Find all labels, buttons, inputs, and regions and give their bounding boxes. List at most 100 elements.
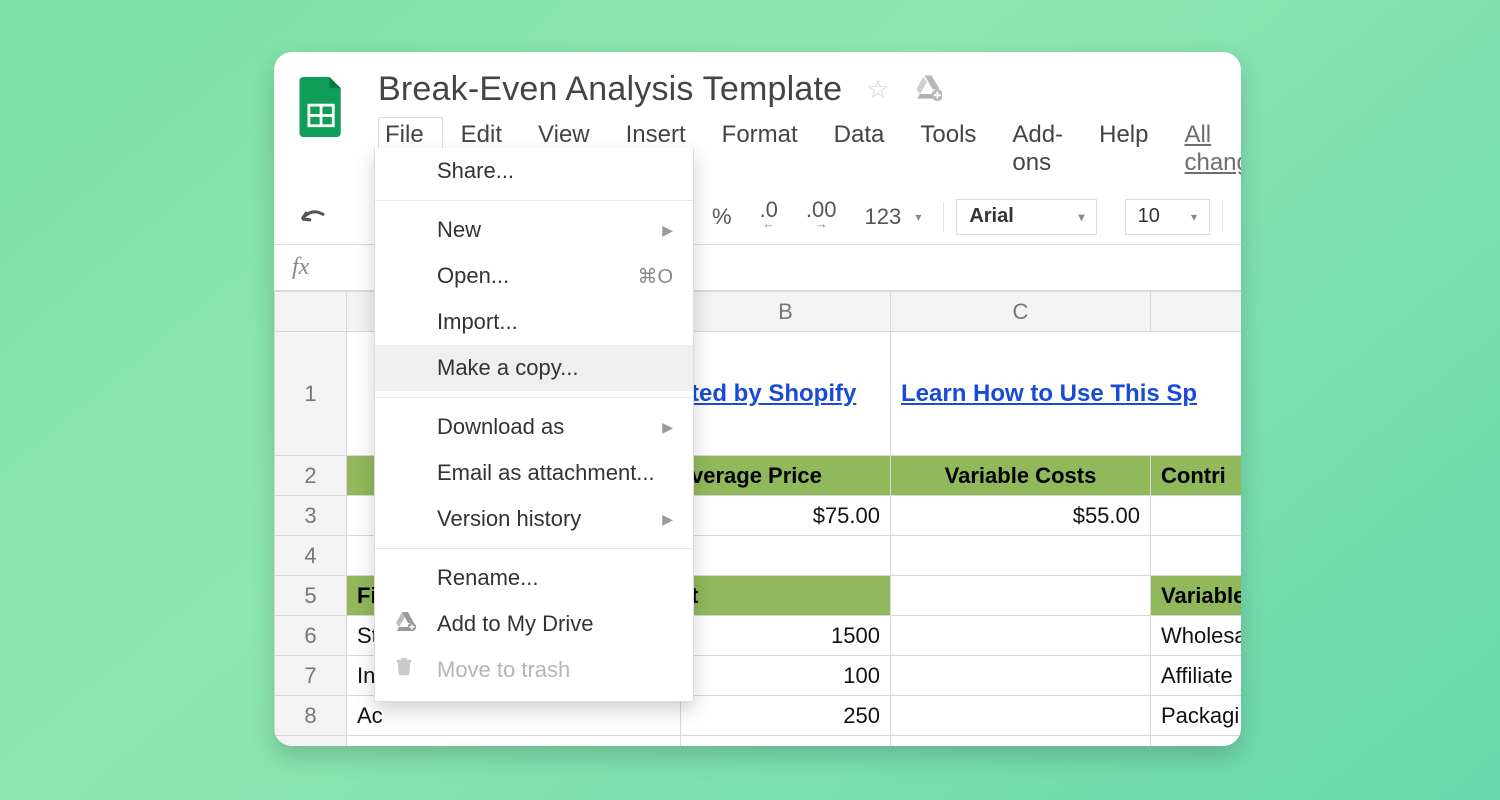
font-size-label: 10 bbox=[1138, 205, 1160, 228]
menu-item-import[interactable]: Import... bbox=[375, 299, 693, 345]
cell[interactable]: Wholesa bbox=[1151, 616, 1242, 656]
col-header-B[interactable]: B bbox=[681, 292, 891, 332]
drive-icon bbox=[393, 609, 419, 639]
submenu-caret-icon: ▶ bbox=[662, 419, 673, 436]
row-header-3[interactable]: 3 bbox=[275, 496, 347, 536]
menu-item-download-as[interactable]: Download as▶ bbox=[375, 404, 693, 450]
row-header-8[interactable]: 8 bbox=[275, 696, 347, 736]
file-menu-dropdown: Share... New▶ Open...⌘O Import... Make a… bbox=[374, 148, 694, 702]
sheets-logo-icon bbox=[294, 70, 350, 144]
menu-item-label: Version history bbox=[437, 506, 662, 532]
menu-item-label: Share... bbox=[437, 158, 673, 184]
menu-separator bbox=[375, 397, 693, 398]
decrease-decimal-button[interactable]: .0← bbox=[750, 200, 788, 234]
table-row: 9 bbox=[275, 736, 1242, 747]
menu-item-make-copy[interactable]: Make a copy... bbox=[375, 345, 693, 391]
cell[interactable]: Affiliate bbox=[1151, 656, 1242, 696]
decrease-decimal-label: .0 bbox=[760, 203, 778, 217]
cell[interactable]: $55.00 bbox=[891, 496, 1151, 536]
menu-item-label: Import... bbox=[437, 309, 673, 335]
menu-item-move-to-trash: Move to trash bbox=[375, 647, 693, 693]
menu-item-label: Add to My Drive bbox=[437, 611, 673, 637]
number-format-label: 123 bbox=[865, 204, 902, 230]
cell[interactable] bbox=[681, 736, 891, 747]
cell[interactable]: t bbox=[681, 576, 891, 616]
cell-link[interactable]: Learn How to Use This Sp bbox=[891, 332, 1242, 456]
undo-button[interactable] bbox=[288, 202, 338, 232]
cell[interactable] bbox=[891, 616, 1151, 656]
row-header-2[interactable]: 2 bbox=[275, 456, 347, 496]
font-family-label: Arial bbox=[969, 205, 1013, 228]
cell[interactable]: verage Price bbox=[681, 456, 891, 496]
menu-separator bbox=[375, 548, 693, 549]
cell[interactable] bbox=[1151, 736, 1242, 747]
menu-data[interactable]: Data bbox=[816, 117, 903, 189]
menu-item-add-to-drive[interactable]: Add to My Drive bbox=[375, 601, 693, 647]
row-header-1[interactable]: 1 bbox=[275, 332, 347, 456]
cell[interactable]: $75.00 bbox=[681, 496, 891, 536]
star-icon[interactable]: ☆ bbox=[866, 74, 889, 105]
menu-help[interactable]: Help bbox=[1081, 117, 1166, 189]
cell[interactable] bbox=[1151, 536, 1242, 576]
toolbar-separator bbox=[943, 202, 944, 232]
select-all-corner[interactable] bbox=[275, 292, 347, 332]
menu-separator bbox=[375, 200, 693, 201]
toolbar-separator bbox=[1222, 202, 1223, 232]
trash-icon bbox=[393, 656, 419, 684]
document-title[interactable]: Break-Even Analysis Template bbox=[378, 70, 842, 109]
cell[interactable] bbox=[891, 696, 1151, 736]
menu-item-rename[interactable]: Rename... bbox=[375, 555, 693, 601]
menu-item-label: Move to trash bbox=[437, 657, 673, 683]
cell[interactable] bbox=[891, 536, 1151, 576]
row-header-5[interactable]: 5 bbox=[275, 576, 347, 616]
menu-item-label: Download as bbox=[437, 414, 662, 440]
menu-item-label: Email as attachment... bbox=[437, 460, 673, 486]
menu-item-label: New bbox=[437, 217, 662, 243]
menu-item-label: Make a copy... bbox=[437, 355, 673, 381]
cell[interactable]: Packagi bbox=[1151, 696, 1242, 736]
redo-button[interactable] bbox=[346, 202, 366, 232]
menu-shortcut: ⌘O bbox=[637, 264, 673, 289]
col-header-D[interactable] bbox=[1151, 292, 1242, 332]
all-changes-link[interactable]: All changes bbox=[1184, 117, 1241, 189]
menu-item-share[interactable]: Share... bbox=[375, 148, 693, 194]
number-format-dropdown[interactable]: 123 ▾ bbox=[855, 201, 932, 233]
col-header-C[interactable]: C bbox=[891, 292, 1151, 332]
cell[interactable]: 100 bbox=[681, 656, 891, 696]
cell[interactable] bbox=[681, 536, 891, 576]
cell[interactable] bbox=[891, 576, 1151, 616]
fx-icon: fx bbox=[292, 254, 309, 281]
font-family-dropdown[interactable]: Arial▾ bbox=[956, 199, 1097, 235]
cell[interactable]: 250 bbox=[681, 696, 891, 736]
cell[interactable] bbox=[891, 656, 1151, 696]
submenu-caret-icon: ▶ bbox=[662, 511, 673, 528]
menu-item-version-history[interactable]: Version history▶ bbox=[375, 496, 693, 542]
cell[interactable] bbox=[1151, 496, 1242, 536]
percent-format-button[interactable]: % bbox=[702, 201, 742, 233]
sheets-window: Break-Even Analysis Template ☆ File Edit… bbox=[274, 52, 1241, 746]
increase-decimal-button[interactable]: .00→ bbox=[796, 200, 847, 234]
menu-item-open[interactable]: Open...⌘O bbox=[375, 253, 693, 299]
row-header-4[interactable]: 4 bbox=[275, 536, 347, 576]
row-header-7[interactable]: 7 bbox=[275, 656, 347, 696]
cell-link[interactable]: ted by Shopify bbox=[681, 332, 891, 456]
menu-item-email-attachment[interactable]: Email as attachment... bbox=[375, 450, 693, 496]
submenu-caret-icon: ▶ bbox=[662, 222, 673, 239]
row-header-6[interactable]: 6 bbox=[275, 616, 347, 656]
menu-addons[interactable]: Add-ons bbox=[994, 117, 1081, 189]
menu-tools[interactable]: Tools bbox=[902, 117, 994, 189]
menu-format[interactable]: Format bbox=[704, 117, 816, 189]
cell[interactable]: Contri bbox=[1151, 456, 1242, 496]
cell[interactable] bbox=[891, 736, 1151, 747]
row-header-9[interactable]: 9 bbox=[275, 736, 347, 747]
cell[interactable] bbox=[347, 736, 681, 747]
font-size-dropdown[interactable]: 10▾ bbox=[1125, 199, 1210, 235]
menu-item-new[interactable]: New▶ bbox=[375, 207, 693, 253]
cell[interactable]: 1500 bbox=[681, 616, 891, 656]
menu-item-label: Open... bbox=[437, 263, 637, 289]
cell[interactable]: Variable bbox=[1151, 576, 1242, 616]
increase-decimal-label: .00 bbox=[806, 203, 837, 217]
menu-item-label: Rename... bbox=[437, 565, 673, 591]
cell[interactable]: Variable Costs bbox=[891, 456, 1151, 496]
drive-add-icon[interactable] bbox=[914, 73, 942, 106]
